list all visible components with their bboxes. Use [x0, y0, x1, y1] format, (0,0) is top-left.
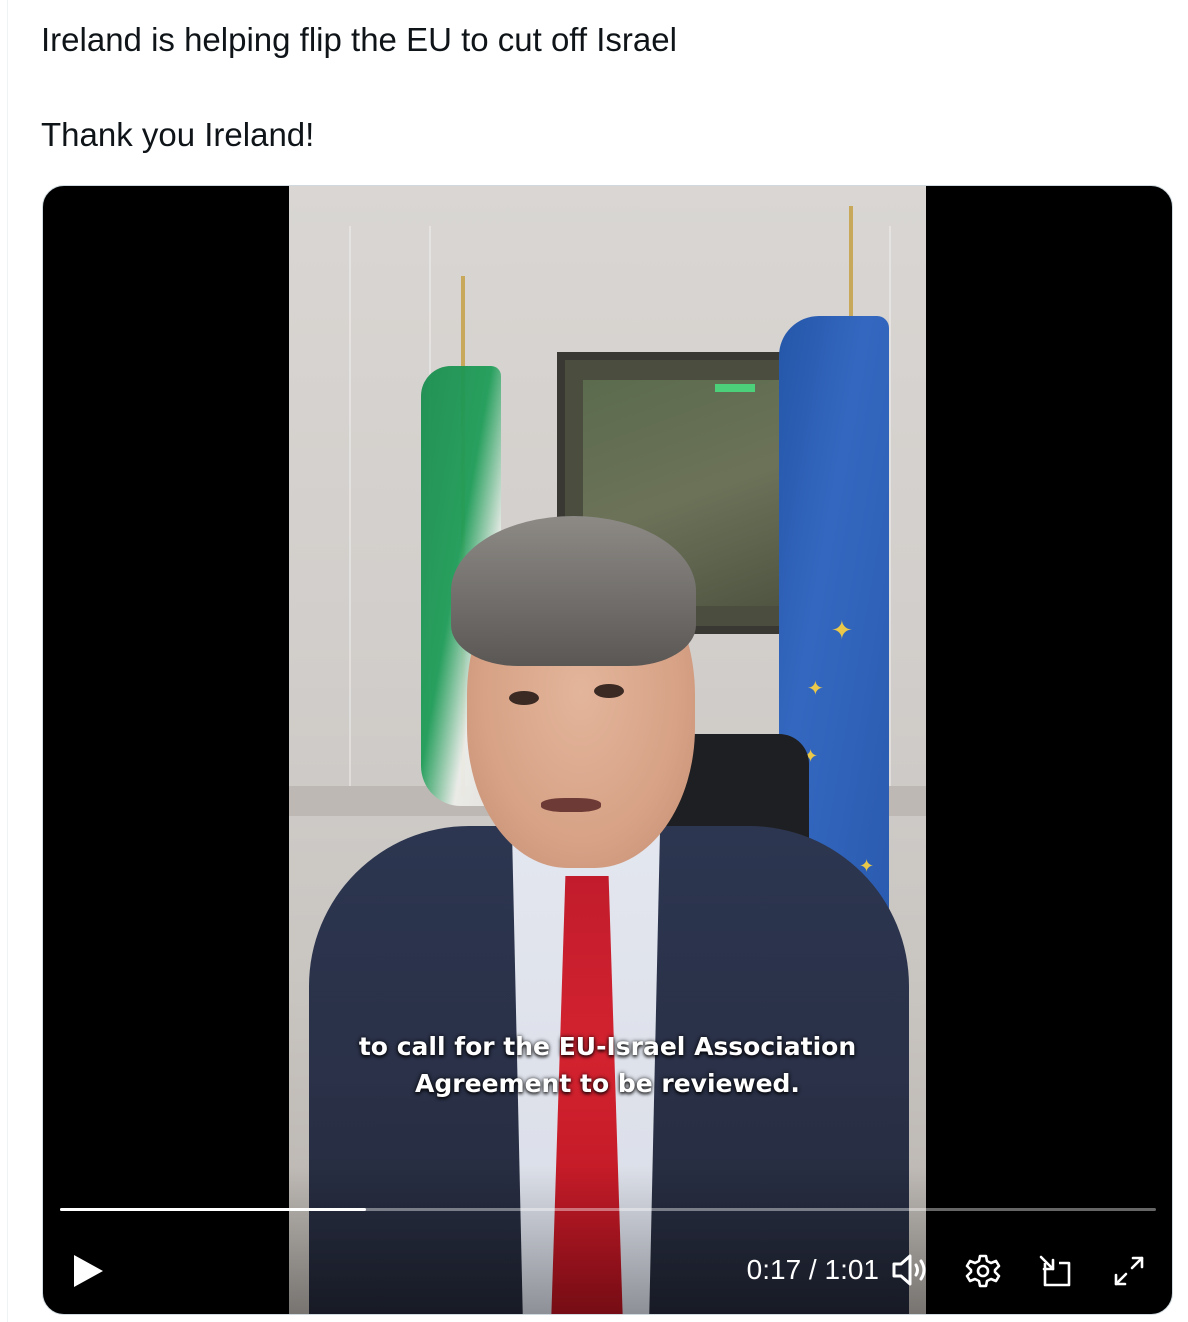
video-player[interactable]: ✦ ✦ ✦ ✦ to call for the EU-Israel Associ…: [42, 185, 1173, 1315]
picture-in-picture-icon: [1039, 1255, 1071, 1287]
exit-sign: [715, 384, 755, 392]
right-eye: [594, 684, 624, 698]
star-icon: ✦: [807, 676, 824, 700]
progress-fill: [60, 1208, 366, 1211]
left-eye: [509, 691, 539, 705]
progress-bar[interactable]: [60, 1208, 1156, 1211]
volume-button[interactable]: [889, 1250, 933, 1290]
hair: [451, 516, 696, 666]
column-border: [7, 0, 8, 1322]
mouth: [541, 798, 601, 812]
play-button[interactable]: [65, 1248, 111, 1294]
gear-icon: [965, 1254, 1001, 1288]
tweet-text: Ireland is helping flip the EU to cut of…: [41, 16, 1161, 159]
wall-panel: [889, 226, 891, 786]
wall-panel: [349, 226, 351, 786]
volume-icon: [892, 1254, 926, 1286]
play-icon: [74, 1255, 103, 1287]
star-icon: ✦: [831, 616, 853, 646]
line-break: [41, 64, 1161, 111]
caption-line-2: Agreement to be reviewed.: [415, 1069, 800, 1098]
time-display: 0:17 / 1:01: [746, 1254, 879, 1285]
settings-button[interactable]: [961, 1249, 1005, 1293]
caption-line-1: to call for the EU-Israel Association: [358, 1032, 857, 1061]
tweet-text-line-1: Ireland is helping flip the EU to cut of…: [41, 21, 677, 58]
picture-in-picture-button[interactable]: [1033, 1249, 1077, 1293]
page: Ireland is helping flip the EU to cut of…: [0, 0, 1188, 1322]
fullscreen-button[interactable]: [1107, 1249, 1151, 1293]
video-caption: to call for the EU-Israel Association Ag…: [289, 1028, 926, 1102]
tweet-text-line-2: Thank you Ireland!: [41, 116, 315, 153]
video-frame[interactable]: ✦ ✦ ✦ ✦: [289, 186, 926, 1314]
expand-icon: [1114, 1256, 1144, 1286]
